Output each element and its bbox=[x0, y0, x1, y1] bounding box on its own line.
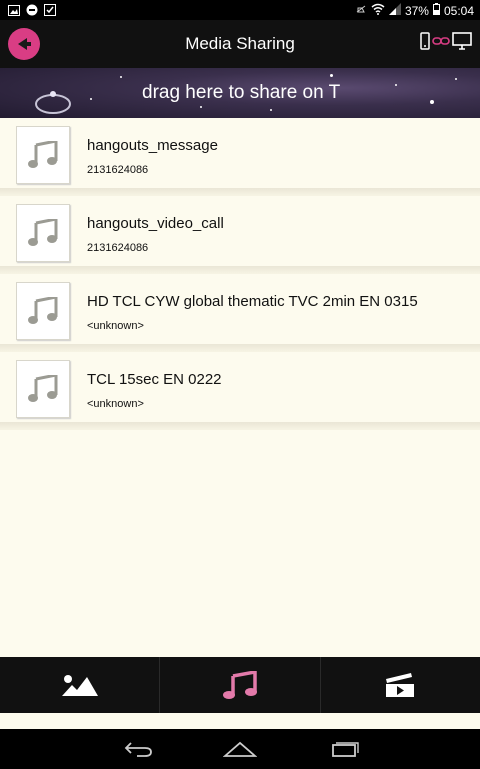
back-arrow-icon bbox=[124, 742, 152, 757]
download-notification-icon bbox=[44, 4, 56, 16]
item-subtitle: <unknown> bbox=[87, 398, 144, 410]
phone-icon bbox=[420, 32, 430, 50]
music-note-icon bbox=[28, 219, 58, 246]
music-thumbnail bbox=[16, 360, 70, 418]
music-note-icon bbox=[28, 375, 58, 402]
signal-icon bbox=[388, 3, 401, 18]
tv-icon bbox=[452, 32, 472, 50]
bottom-spacer bbox=[0, 713, 480, 729]
banner-text: drag here to share on T bbox=[142, 82, 341, 103]
battery-percent: 37% bbox=[404, 3, 429, 18]
item-title: hangouts_video_call bbox=[87, 215, 224, 232]
item-title: hangouts_message bbox=[87, 137, 218, 154]
music-thumbnail bbox=[16, 126, 70, 184]
page-title: Media Sharing bbox=[185, 34, 295, 53]
list-item[interactable]: hangouts_message 2131624086 bbox=[0, 118, 480, 196]
ring-icon bbox=[35, 91, 71, 114]
status-bar: 37% 05:04 bbox=[0, 0, 480, 20]
clock: 05:04 bbox=[443, 3, 474, 18]
item-subtitle: 2131624086 bbox=[87, 164, 149, 176]
app-notification-icon bbox=[26, 4, 38, 16]
app-bar: Media Sharing bbox=[0, 20, 480, 68]
link-icon bbox=[432, 37, 450, 45]
list-item[interactable]: TCL 15sec EN 0222 <unknown> bbox=[0, 352, 480, 430]
item-subtitle: 2131624086 bbox=[87, 242, 149, 254]
system-home-button[interactable] bbox=[220, 739, 260, 759]
music-thumbnail bbox=[16, 204, 70, 262]
wifi-icon bbox=[371, 3, 385, 18]
music-thumbnail bbox=[16, 282, 70, 340]
item-title: TCL 15sec EN 0222 bbox=[87, 371, 222, 388]
item-title: HD TCL CYW global thematic TVC 2min EN 0… bbox=[87, 293, 418, 310]
system-back-button[interactable] bbox=[118, 739, 158, 759]
music-note-icon bbox=[28, 141, 58, 168]
battery-icon bbox=[432, 3, 440, 18]
tab-music[interactable] bbox=[160, 657, 321, 713]
share-drop-banner[interactable]: drag here to share on T bbox=[0, 68, 480, 118]
list-item[interactable]: HD TCL CYW global thematic TVC 2min EN 0… bbox=[0, 274, 480, 352]
tab-images[interactable] bbox=[0, 657, 161, 713]
media-type-tabs bbox=[0, 657, 480, 713]
system-recents-button[interactable] bbox=[324, 739, 364, 759]
recents-icon bbox=[332, 742, 359, 757]
system-navigation-bar bbox=[0, 729, 480, 769]
gallery-notification-icon bbox=[8, 4, 20, 16]
home-icon bbox=[223, 741, 257, 757]
device-connection-button[interactable] bbox=[420, 32, 472, 50]
video-icon bbox=[386, 673, 415, 697]
music-note-icon bbox=[28, 297, 58, 324]
media-list: hangouts_message 2131624086 hangouts_vid… bbox=[0, 118, 480, 430]
list-item[interactable]: hangouts_video_call 2131624086 bbox=[0, 196, 480, 274]
tab-videos[interactable] bbox=[321, 657, 480, 713]
image-icon bbox=[61, 675, 98, 696]
item-subtitle: <unknown> bbox=[87, 320, 144, 332]
music-icon bbox=[222, 671, 257, 699]
mute-icon bbox=[355, 3, 367, 18]
